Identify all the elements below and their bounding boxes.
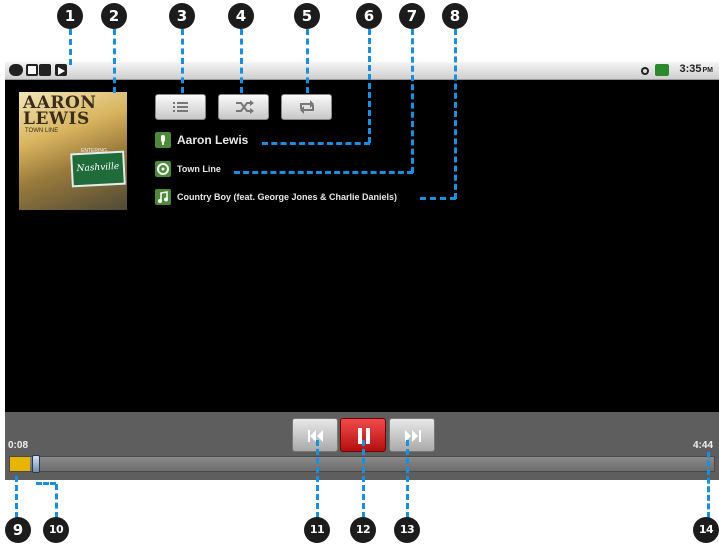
callout-7-leader [234, 171, 413, 174]
previous-button[interactable] [292, 418, 338, 452]
callout-5-line [306, 29, 309, 93]
callout-12-line [362, 440, 365, 518]
callout-10-line [55, 484, 58, 518]
album-art-sign: Nashville [70, 150, 126, 188]
callout-3: 3 [169, 3, 195, 29]
sd-card-icon [26, 64, 38, 76]
callout-11-line [316, 440, 319, 518]
callout-10-leader [36, 482, 56, 485]
callout-2-line [113, 29, 116, 93]
album-icon [155, 161, 171, 177]
music-player-screen: 3:35PM AARON LEWIS TOWN LINE ENTERING Na… [5, 62, 719, 480]
debug-icon [39, 64, 51, 76]
next-button[interactable] [389, 418, 435, 452]
callout-7-line [411, 29, 414, 173]
album-row: Town Line [155, 161, 395, 179]
repeat-button[interactable] [281, 94, 332, 120]
callout-11: 11 [304, 517, 330, 543]
progress-thumb[interactable] [32, 455, 40, 473]
callout-9: 9 [5, 517, 31, 543]
callout-8: 8 [442, 3, 468, 29]
callout-4: 4 [228, 3, 254, 29]
shuffle-button[interactable] [218, 94, 269, 120]
callout-10: 10 [43, 517, 69, 543]
song-row: Country Boy (feat. George Jones & Charli… [155, 189, 455, 207]
callout-7: 7 [399, 3, 425, 29]
album-art-artist: AARON LEWIS [23, 93, 97, 129]
shuffle-icon [236, 100, 254, 114]
playlist-icon [173, 102, 188, 112]
callout-13-line [406, 440, 409, 518]
song-icon [155, 189, 171, 205]
callout-2: 2 [101, 3, 127, 29]
callout-6: 6 [356, 3, 382, 29]
callout-9-line [15, 476, 18, 518]
artist-icon [155, 132, 171, 148]
song-title: Country Boy (feat. George Jones & Charli… [177, 192, 398, 202]
callout-5: 5 [294, 3, 320, 29]
album-art-title: TOWN LINE [25, 128, 59, 134]
elapsed-time: 0:08 [8, 440, 29, 451]
callout-6-leader [262, 142, 370, 145]
album-art: AARON LEWIS TOWN LINE ENTERING Nashville [19, 92, 127, 210]
playlist-button[interactable] [155, 94, 206, 120]
callout-14: 14 [693, 517, 719, 543]
album-name: Town Line [177, 164, 221, 174]
usb-icon [9, 64, 23, 76]
callout-8-leader [420, 197, 456, 200]
wifi-icon [639, 64, 651, 76]
callout-1-line [69, 29, 72, 65]
callout-4-line [240, 29, 243, 93]
callout-13: 13 [394, 517, 420, 543]
next-icon [405, 430, 421, 442]
callout-14-line [707, 452, 710, 518]
callout-6-line [368, 29, 371, 143]
battery-icon [655, 64, 669, 76]
callout-12: 12 [350, 517, 376, 543]
callout-3-line [181, 29, 184, 93]
repeat-icon [300, 100, 314, 114]
artist-row: Aaron Lewis [155, 132, 395, 150]
callout-1: 1 [57, 3, 83, 29]
callout-8-line [454, 29, 457, 199]
album-art-artist-text: AARON LEWIS [23, 93, 97, 129]
progress-played [10, 457, 30, 471]
total-time: 4:44 [692, 440, 713, 451]
artist-name: Aaron Lewis [177, 133, 249, 147]
status-time: 3:35PM [679, 63, 713, 75]
play-icon [55, 64, 67, 76]
